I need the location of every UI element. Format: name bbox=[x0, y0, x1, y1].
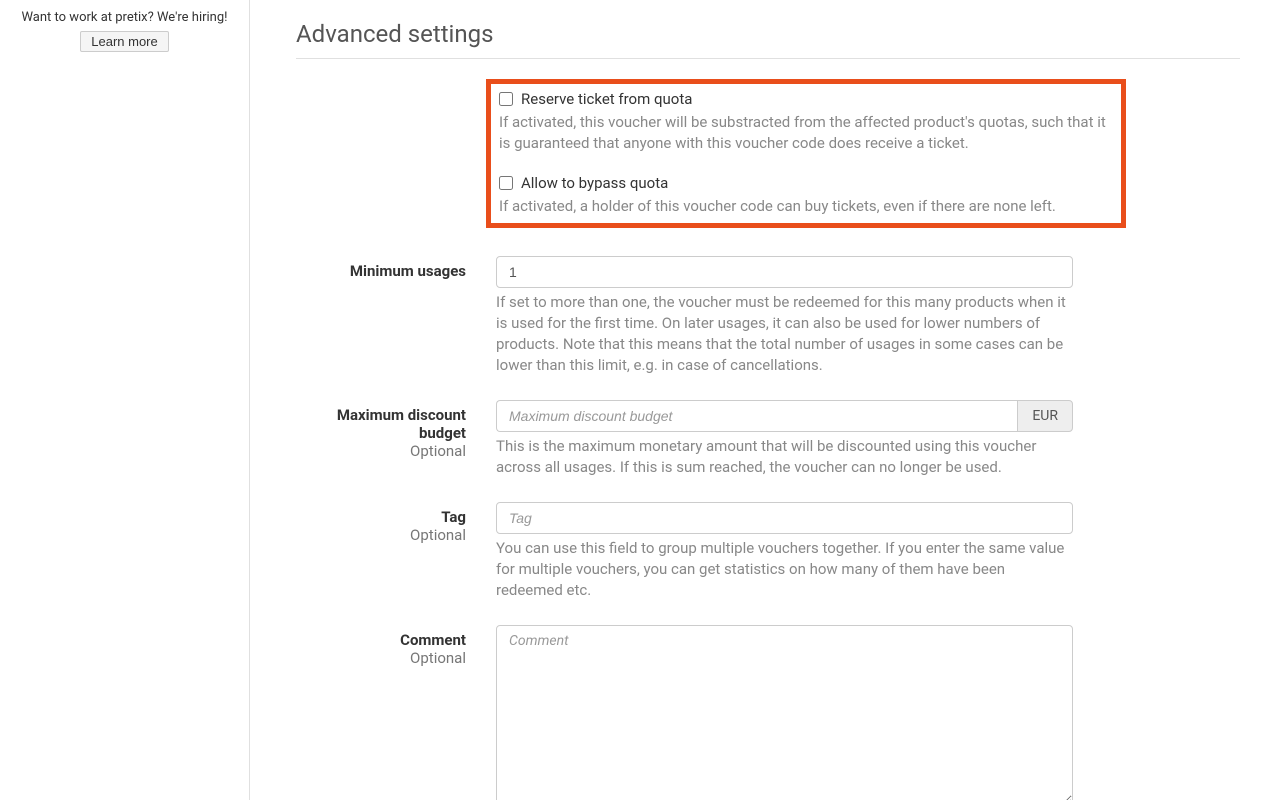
bypass-quota-help: If activated, a holder of this voucher c… bbox=[499, 196, 1113, 217]
reserve-quota-label: Reserve ticket from quota bbox=[521, 90, 692, 108]
min-usages-label: Minimum usages bbox=[296, 262, 466, 280]
budget-input[interactable] bbox=[496, 400, 1017, 432]
comment-textarea[interactable] bbox=[496, 625, 1073, 800]
min-usages-help: If set to more than one, the voucher mus… bbox=[496, 292, 1073, 376]
reserve-quota-checkbox[interactable] bbox=[499, 92, 513, 106]
tag-label: Tag bbox=[296, 508, 466, 526]
bypass-quota-checkbox[interactable] bbox=[499, 176, 513, 190]
currency-addon: EUR bbox=[1017, 400, 1073, 432]
min-usages-input[interactable] bbox=[496, 256, 1073, 288]
section-title: Advanced settings bbox=[296, 20, 1240, 59]
main-content: Advanced settings Reserve ticket from qu… bbox=[250, 0, 1280, 800]
hiring-text: Want to work at pretix? We're hiring! bbox=[0, 10, 249, 25]
bypass-quota-label: Allow to bypass quota bbox=[521, 174, 668, 192]
budget-help: This is the maximum monetary amount that… bbox=[496, 436, 1073, 478]
budget-optional: Optional bbox=[296, 442, 466, 460]
reserve-quota-help: If activated, this voucher will be subst… bbox=[499, 112, 1113, 154]
highlighted-checkbox-group: Reserve ticket from quota If activated, … bbox=[486, 79, 1126, 228]
tag-input[interactable] bbox=[496, 502, 1073, 534]
comment-optional: Optional bbox=[296, 649, 466, 667]
learn-more-button[interactable]: Learn more bbox=[80, 31, 168, 52]
comment-label: Comment bbox=[296, 631, 466, 649]
sidebar: Want to work at pretix? We're hiring! Le… bbox=[0, 0, 250, 800]
tag-optional: Optional bbox=[296, 526, 466, 544]
budget-label: Maximum discount budget bbox=[296, 406, 466, 442]
tag-help: You can use this field to group multiple… bbox=[496, 538, 1073, 601]
